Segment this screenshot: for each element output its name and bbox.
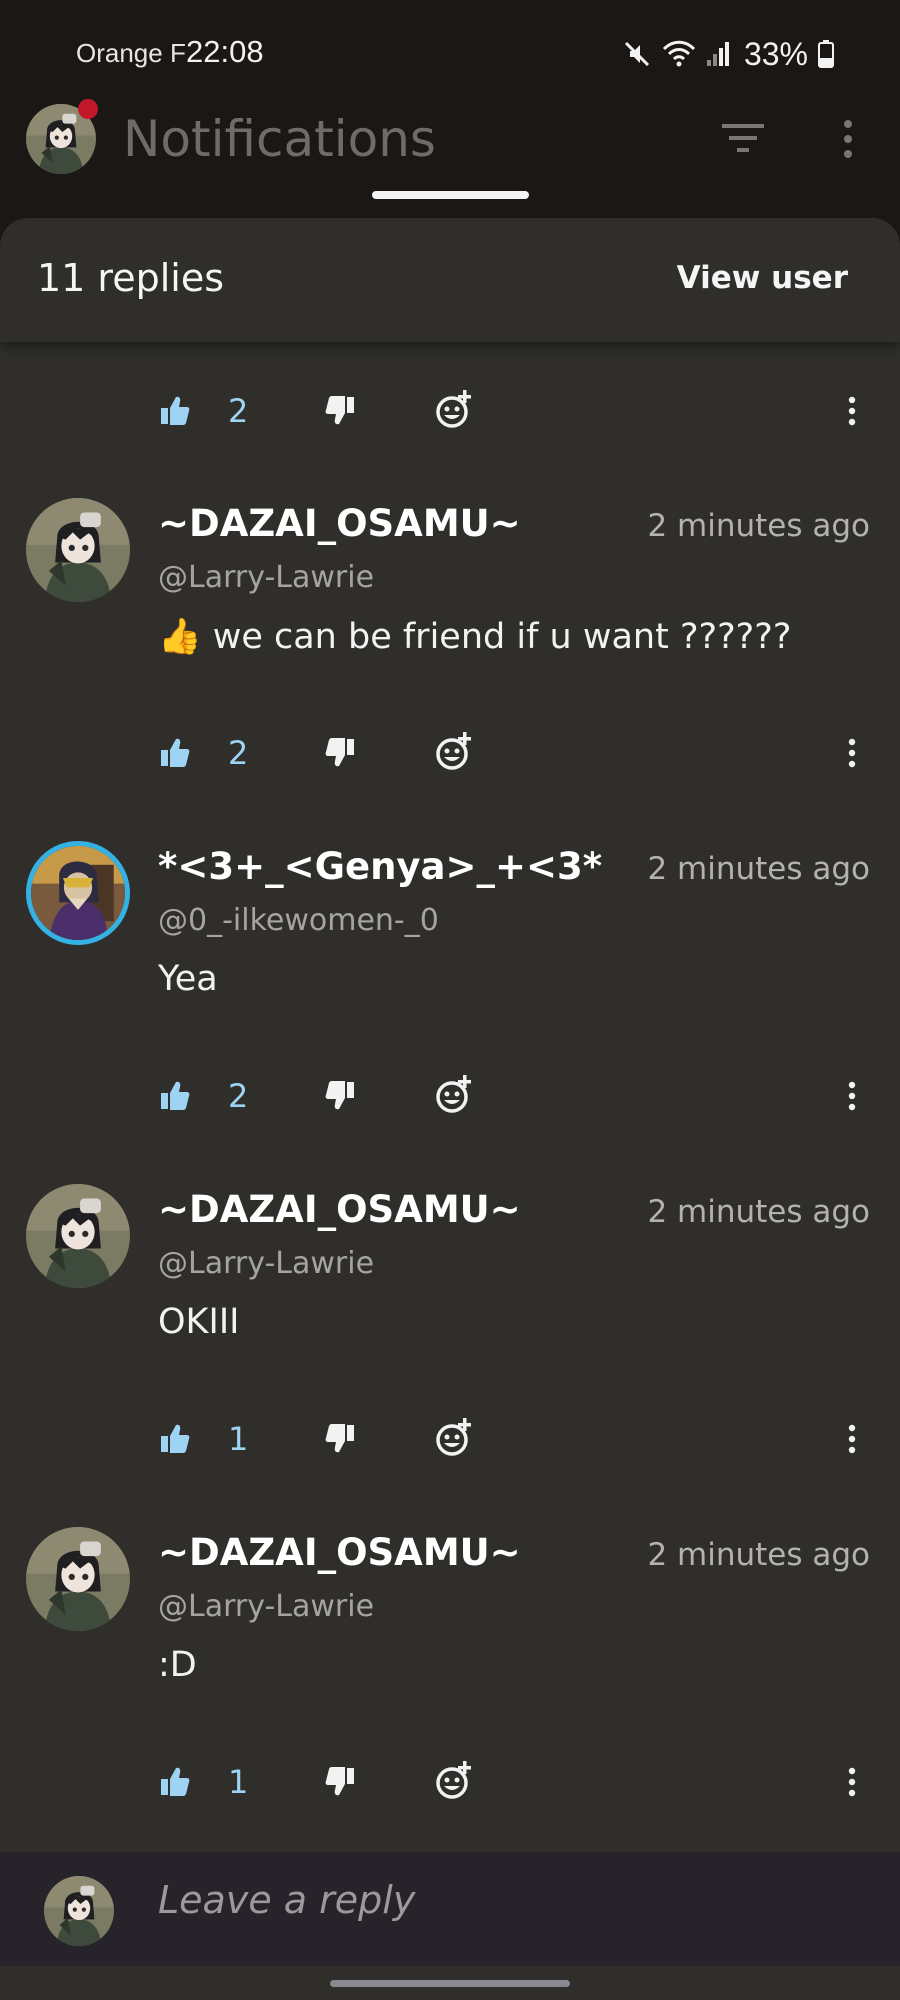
comment-handle[interactable]: @Larry-Lawrie [158, 1589, 374, 1624]
dislike-icon[interactable] [325, 1422, 355, 1462]
like-icon[interactable] [160, 1079, 190, 1119]
comment-item: *<3+_<Genya>_+<3* 2 minutes ago @0_-ilke… [0, 833, 900, 1133]
comment-time: 2 minutes ago [647, 1537, 870, 1573]
sheet-header: 11 replies View user [0, 218, 900, 342]
signal-icon [706, 40, 730, 68]
notification-dot [78, 99, 98, 119]
comment-more-icon[interactable] [846, 1765, 858, 1801]
avatar[interactable] [26, 1184, 130, 1288]
dislike-icon[interactable] [325, 1079, 355, 1119]
action-row: 2 [0, 732, 900, 786]
like-icon[interactable] [160, 736, 190, 776]
comment-text: OKIII [158, 1302, 240, 1342]
comment-username[interactable]: *<3+_<Genya>_+<3* [158, 845, 602, 888]
carrier-label: Orange F [76, 38, 186, 68]
reply-input[interactable]: Leave a reply [158, 1878, 415, 1922]
replies-count-title: 11 replies [37, 256, 225, 300]
mute-icon [622, 39, 652, 69]
like-icon[interactable] [160, 1422, 190, 1462]
dislike-icon[interactable] [325, 1765, 355, 1805]
page-title: Notifications [123, 110, 436, 168]
add-reaction-icon[interactable] [434, 730, 474, 772]
status-time: 22:08 [186, 34, 264, 69]
add-reaction-icon[interactable] [434, 1073, 474, 1115]
comment-time: 2 minutes ago [647, 851, 870, 887]
comment-handle[interactable]: @Larry-Lawrie [158, 560, 374, 595]
sheet-drag-handle[interactable] [372, 191, 529, 199]
comment-time: 2 minutes ago [647, 508, 870, 544]
add-reaction-icon[interactable] [434, 1416, 474, 1458]
more-vertical-icon[interactable] [838, 118, 858, 160]
replies-sheet: 11 replies View user 2 ~DAZAI_OSAMU~ 2 m… [0, 218, 900, 2000]
comment-more-icon[interactable] [846, 736, 858, 772]
like-icon[interactable] [160, 1765, 190, 1805]
comment-username[interactable]: ~DAZAI_OSAMU~ [158, 1188, 521, 1231]
like-count: 2 [228, 1077, 249, 1115]
status-icons: 33% [622, 36, 834, 72]
filter-icon[interactable] [718, 120, 768, 156]
comment-text: 👍 we can be friend if u want ?????? [158, 617, 792, 657]
view-user-button[interactable]: View user [677, 260, 848, 296]
comment-text: :D [158, 1645, 197, 1685]
action-row: 1 [0, 1418, 900, 1472]
action-row: 2 [0, 390, 900, 444]
home-indicator[interactable] [330, 1980, 570, 1987]
comment-more-icon[interactable] [846, 394, 858, 430]
action-row: 1 [0, 1761, 900, 1815]
avatar[interactable] [26, 841, 130, 945]
comment-item: ~DAZAI_OSAMU~ 2 minutes ago @Larry-Lawri… [0, 490, 900, 790]
like-count: 2 [228, 734, 249, 772]
avatar [44, 1876, 114, 1946]
comment-username[interactable]: ~DAZAI_OSAMU~ [158, 1531, 521, 1574]
comment-handle[interactable]: @0_-ilkewomen-_0 [158, 903, 439, 938]
wifi-icon [662, 39, 696, 69]
avatar[interactable] [26, 498, 130, 602]
battery-icon [818, 40, 834, 68]
comment-text: Yea [158, 959, 218, 999]
reply-bar: Leave a reply [0, 1852, 900, 1966]
like-count: 1 [228, 1763, 249, 1801]
comment-time: 2 minutes ago [647, 1194, 870, 1230]
like-count: 2 [228, 392, 249, 430]
comment-username[interactable]: ~DAZAI_OSAMU~ [158, 502, 521, 545]
action-row: 2 [0, 1075, 900, 1129]
add-reaction-icon[interactable] [434, 388, 474, 430]
comment-more-icon[interactable] [846, 1079, 858, 1115]
add-reaction-icon[interactable] [434, 1759, 474, 1801]
comment-item: ~DAZAI_OSAMU~ 2 minutes ago @Larry-Lawri… [0, 1519, 900, 1819]
dislike-icon[interactable] [325, 394, 355, 434]
avatar[interactable] [26, 1527, 130, 1631]
comment-more-icon[interactable] [846, 1422, 858, 1458]
like-count: 1 [228, 1420, 249, 1458]
comment-handle[interactable]: @Larry-Lawrie [158, 1246, 374, 1281]
dislike-icon[interactable] [325, 736, 355, 776]
battery-percent: 33% [743, 35, 808, 72]
comment-item: ~DAZAI_OSAMU~ 2 minutes ago @Larry-Lawri… [0, 1176, 900, 1476]
status-bar: Orange F 22:08 33% [0, 0, 900, 100]
like-icon[interactable] [160, 394, 190, 434]
